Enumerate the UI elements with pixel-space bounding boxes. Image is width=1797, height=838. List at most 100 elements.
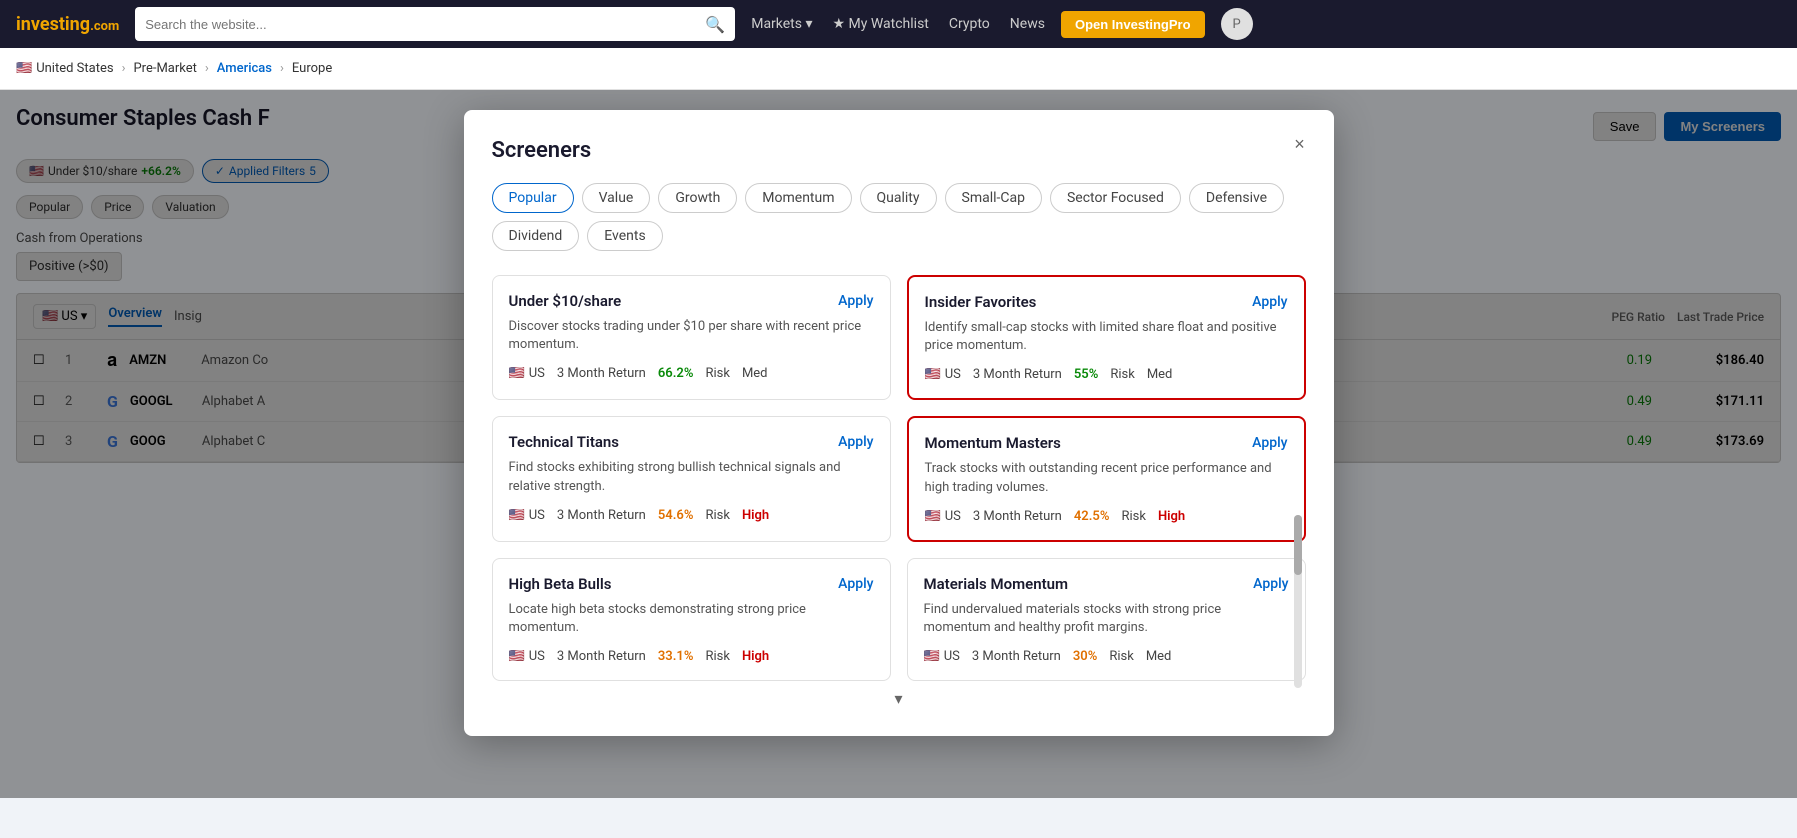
breadcrumb-pre-market[interactable]: Pre-Market [133, 61, 196, 76]
card-highbeta-region: 🇺🇸 US [509, 649, 545, 664]
card-insider: Insider Favorites Apply Identify small-c… [907, 275, 1306, 400]
card-materials-apply[interactable]: Apply [1253, 576, 1288, 592]
tab-momentum[interactable]: Momentum [745, 183, 851, 213]
tab-value[interactable]: Value [582, 183, 651, 213]
card-titans-region: 🇺🇸 US [509, 508, 545, 523]
card-materials-risk-value: Med [1146, 649, 1172, 664]
tab-smallcap[interactable]: Small-Cap [945, 183, 1042, 213]
card-under10-return-value: 66.2% [658, 366, 694, 381]
card-highbeta-return-label: 3 Month Return [557, 649, 646, 664]
card-titans-desc: Find stocks exhibiting strong bullish te… [509, 459, 874, 495]
card-insider-return-label: 3 Month Return [973, 367, 1062, 382]
card-under10-header: Under $10/share Apply [509, 292, 874, 310]
card-highbeta-name: High Beta Bulls [509, 575, 612, 593]
card-titans-return-label: 3 Month Return [557, 508, 646, 523]
breadcrumb-sep-3: › [280, 61, 284, 76]
card-materials-region: 🇺🇸 US [924, 649, 960, 664]
tab-sector-focused[interactable]: Sector Focused [1050, 183, 1181, 213]
breadcrumb-americas[interactable]: Americas [217, 61, 272, 76]
card-highbeta: High Beta Bulls Apply Locate high beta s… [492, 558, 891, 681]
card-under10-return-label: 3 Month Return [557, 366, 646, 381]
card-titans-name: Technical Titans [509, 433, 620, 451]
tab-growth[interactable]: Growth [658, 183, 737, 213]
card-insider-desc: Identify small-cap stocks with limited s… [925, 319, 1288, 355]
main-area: Consumer Staples Cash F Save My Screener… [0, 90, 1797, 798]
cards-container: Under $10/share Apply Discover stocks tr… [492, 275, 1306, 708]
card-under10-apply[interactable]: Apply [838, 293, 873, 309]
card-momentum-apply[interactable]: Apply [1252, 435, 1287, 451]
card-highbeta-return-value: 33.1% [658, 649, 694, 664]
breadcrumb: 🇺🇸 United States › Pre-Market › Americas… [0, 48, 1797, 90]
card-momentum-return-label: 3 Month Return [973, 509, 1062, 524]
card-titans-meta: 🇺🇸 US 3 Month Return 54.6% Risk High [509, 508, 874, 523]
search-input[interactable] [145, 17, 705, 32]
modal-title: Screeners [492, 138, 1306, 163]
tab-popular[interactable]: Popular [492, 183, 574, 213]
modal-overlay[interactable]: Screeners × Popular Value Growth Momentu… [0, 90, 1797, 798]
card-insider-meta: 🇺🇸 US 3 Month Return 55% Risk Med [925, 367, 1288, 382]
nav-markets[interactable]: Markets ▾ [751, 16, 812, 32]
avatar[interactable]: P [1221, 8, 1253, 40]
card-under10-desc: Discover stocks trading under $10 per sh… [509, 318, 874, 354]
top-navigation: investing.com 🔍 Markets ▾ ★ My Watchlist… [0, 0, 1797, 48]
screeners-modal: Screeners × Popular Value Growth Momentu… [464, 110, 1334, 736]
search-icon: 🔍 [705, 15, 725, 34]
card-insider-risk-label: Risk [1110, 367, 1134, 382]
scroll-indicator[interactable] [1294, 515, 1302, 688]
card-momentum-name: Momentum Masters [925, 434, 1061, 452]
card-titans: Technical Titans Apply Find stocks exhib… [492, 416, 891, 541]
card-insider-region: 🇺🇸 US [925, 367, 961, 382]
card-momentum-region: 🇺🇸 US [925, 509, 961, 524]
tab-quality[interactable]: Quality [860, 183, 937, 213]
site-logo[interactable]: investing.com [16, 14, 119, 35]
card-highbeta-desc: Locate high beta stocks demonstrating st… [509, 601, 874, 637]
search-bar[interactable]: 🔍 [135, 7, 735, 41]
card-materials-return-label: 3 Month Return [972, 649, 1061, 664]
breadcrumb-sep-1: › [122, 61, 126, 76]
tab-events[interactable]: Events [587, 221, 662, 251]
nav-crypto[interactable]: Crypto [949, 16, 990, 32]
screener-tab-list: Popular Value Growth Momentum Quality Sm… [492, 183, 1306, 251]
chevron-down-icon: ▾ [492, 689, 1306, 708]
modal-close-button[interactable]: × [1286, 130, 1314, 158]
card-highbeta-meta: 🇺🇸 US 3 Month Return 33.1% Risk High [509, 649, 874, 664]
screener-cards-grid: Under $10/share Apply Discover stocks tr… [492, 275, 1306, 681]
card-under10-risk-label: Risk [705, 366, 729, 381]
nav-links: Markets ▾ ★ My Watchlist Crypto News [751, 16, 1045, 32]
card-titans-header: Technical Titans Apply [509, 433, 874, 451]
card-titans-risk-value: High [742, 508, 769, 523]
breadcrumb-europe[interactable]: Europe [292, 61, 332, 76]
tab-defensive[interactable]: Defensive [1189, 183, 1284, 213]
card-momentum-desc: Track stocks with outstanding recent pri… [925, 460, 1288, 496]
card-insider-apply[interactable]: Apply [1252, 294, 1287, 310]
breadcrumb-united-states[interactable]: 🇺🇸 United States [16, 61, 114, 76]
open-investingpro-button[interactable]: Open InvestingPro [1061, 11, 1205, 38]
card-insider-name: Insider Favorites [925, 293, 1037, 311]
card-titans-return-value: 54.6% [658, 508, 694, 523]
card-materials-header: Materials Momentum Apply [924, 575, 1289, 593]
card-momentum-risk-value: High [1158, 509, 1185, 524]
card-under10-meta: 🇺🇸 US 3 Month Return 66.2% Risk Med [509, 366, 874, 381]
scroll-thumb [1294, 515, 1302, 575]
card-under10-risk-value: Med [742, 366, 768, 381]
nav-watchlist[interactable]: ★ My Watchlist [833, 16, 929, 32]
card-momentum: Momentum Masters Apply Track stocks with… [907, 416, 1306, 541]
card-insider-return-value: 55% [1074, 367, 1098, 382]
card-titans-apply[interactable]: Apply [838, 434, 873, 450]
card-titans-risk-label: Risk [705, 508, 729, 523]
card-materials-risk-label: Risk [1109, 649, 1133, 664]
card-highbeta-apply[interactable]: Apply [838, 576, 873, 592]
card-highbeta-risk-value: High [742, 649, 769, 664]
card-materials-name: Materials Momentum [924, 575, 1069, 593]
card-materials-return-value: 30% [1073, 649, 1097, 664]
card-under10: Under $10/share Apply Discover stocks tr… [492, 275, 891, 400]
card-insider-header: Insider Favorites Apply [925, 293, 1288, 311]
tab-dividend[interactable]: Dividend [492, 221, 580, 251]
breadcrumb-sep-2: › [205, 61, 209, 76]
card-materials-meta: 🇺🇸 US 3 Month Return 30% Risk Med [924, 649, 1289, 664]
logo-text: investing [16, 14, 90, 35]
nav-news[interactable]: News [1010, 16, 1045, 32]
card-under10-region: 🇺🇸 US [509, 366, 545, 381]
card-highbeta-header: High Beta Bulls Apply [509, 575, 874, 593]
card-insider-risk-value: Med [1147, 367, 1173, 382]
